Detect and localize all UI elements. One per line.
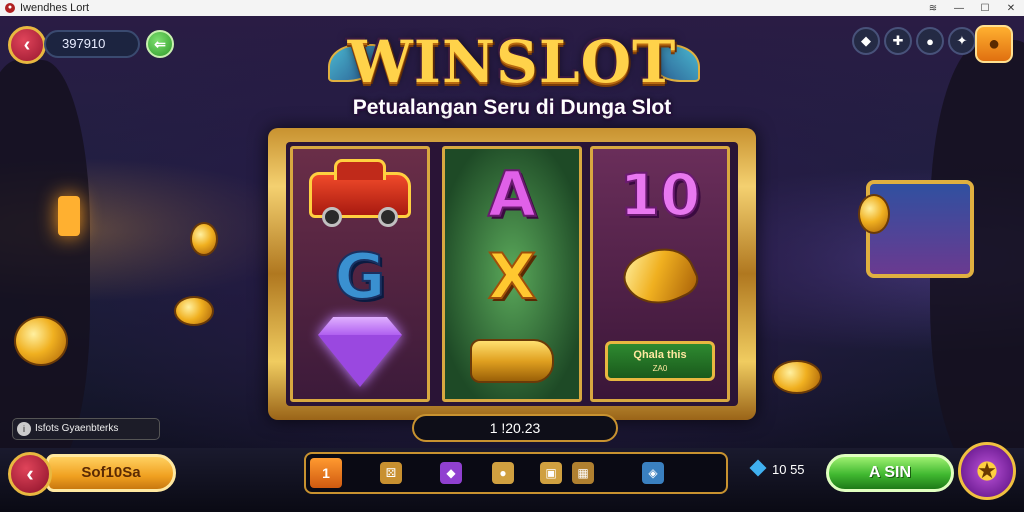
minimize-button[interactable]: — <box>946 3 972 14</box>
left-tree-silhouette <box>0 60 90 480</box>
game-logo: WINSLOT <box>340 30 684 94</box>
gem-shop-button[interactable]: ◆ <box>852 27 880 55</box>
select-button[interactable]: Sof10Sa <box>46 454 176 492</box>
gem-count: 10 55 <box>749 459 805 477</box>
gold-barrel-icon <box>470 339 554 383</box>
diamond-icon <box>318 335 402 387</box>
reel-symbol: A <box>445 155 579 235</box>
chat-button[interactable]: ● <box>916 27 944 55</box>
window-title: Iwendhes Lort <box>20 2 90 14</box>
auto-spin-button[interactable]: ★ <box>958 442 1016 500</box>
info-text: Isfots Gyaenbterks <box>35 423 119 434</box>
chat-icon: ● <box>926 33 934 49</box>
reel-symbol: 10 <box>593 155 727 235</box>
car-icon <box>309 159 411 227</box>
gem-count-value: 10 55 <box>772 462 805 477</box>
star-icon: ★ <box>977 458 997 483</box>
win-display: 1 !20.23 <box>412 414 618 442</box>
bet-toolbar: 1 ⚄ ◆ ● ▣ ▦ ◈ <box>304 452 728 494</box>
gem-icon[interactable]: ◆ <box>440 462 462 484</box>
close-button[interactable]: ✕ <box>998 3 1024 14</box>
top-right-icons: ◆ ✚ ● ✦ <box>852 27 976 55</box>
toolbar-first-button[interactable]: 1 <box>310 458 342 488</box>
reel-3: 10 Qhala this ZA0 <box>590 146 730 402</box>
reel-symbol <box>593 236 727 318</box>
reel-symbol <box>293 321 427 401</box>
coin-icon <box>858 194 890 234</box>
number-ten-symbol: 10 <box>619 160 702 230</box>
settings-button[interactable]: ✦ <box>948 27 976 55</box>
avatar[interactable]: ● <box>975 25 1013 63</box>
reel-symbol: G <box>293 237 427 317</box>
window-titlebar: ● Iwendhes Lort ≋ — ☐ ✕ <box>0 0 1024 16</box>
smiley-icon: ● <box>987 32 1001 55</box>
plaque-line1: Qhala this <box>633 349 687 361</box>
lantern-icon <box>58 196 80 236</box>
wifi-icon: ≋ <box>928 2 938 14</box>
gamepad-icon: ✚ <box>892 33 904 48</box>
app-icon: ● <box>5 3 15 13</box>
logo-text: WINSLOT <box>347 28 677 96</box>
reel-symbol: X <box>445 237 579 317</box>
chevron-left-icon: ‹ <box>23 33 31 56</box>
balance-display: 397910 <box>44 30 140 58</box>
coins-icon[interactable]: ● <box>492 462 514 484</box>
chest-icon[interactable]: ▣ <box>540 462 562 484</box>
reel-symbol <box>445 321 579 401</box>
crate-icon[interactable]: ▦ <box>572 462 594 484</box>
letter-a-symbol: A <box>487 158 537 231</box>
gamepad-button[interactable]: ✚ <box>884 27 912 55</box>
slot-machine-frame: G A X 10 Qhala this ZA0 <box>268 128 756 420</box>
info-icon: i <box>17 422 31 436</box>
back-button-bottom[interactable]: ‹ <box>8 452 52 496</box>
cube-icon[interactable]: ◈ <box>642 462 664 484</box>
maximize-button[interactable]: ☐ <box>972 3 998 14</box>
coin-icon <box>190 222 218 256</box>
coin-icon <box>174 296 214 326</box>
letter-x-symbol: X <box>487 240 537 313</box>
add-balance-button[interactable]: ⇐ <box>146 30 174 58</box>
game-subtitle: Petualangan Seru di Dunga Slot <box>352 96 672 119</box>
letter-g-symbol: G <box>334 240 387 313</box>
gold-swirl-icon <box>616 236 704 318</box>
info-pill[interactable]: i Isfots Gyaenbterks <box>12 418 160 440</box>
bonus-plaque: Qhala this ZA0 <box>605 341 715 381</box>
reel-area: G A X 10 Qhala this ZA0 <box>286 142 738 406</box>
reel-2: A X <box>442 146 582 402</box>
dice-icon[interactable]: ⚄ <box>380 462 402 484</box>
coin-icon <box>14 316 68 366</box>
reel-1: G <box>290 146 430 402</box>
coin-icon <box>772 360 822 394</box>
reel-symbol: Qhala this ZA0 <box>593 321 727 401</box>
plus-icon: ✦ <box>956 33 968 48</box>
gem-icon: ◆ <box>861 33 871 48</box>
arrow-left-icon: ⇐ <box>154 35 166 52</box>
plaque-line2: ZA0 <box>652 364 668 373</box>
chevron-left-icon: ‹ <box>26 461 34 486</box>
back-button-top[interactable]: ‹ <box>8 26 46 64</box>
spin-button[interactable]: A SIN <box>826 454 954 492</box>
reel-symbol <box>293 155 427 235</box>
blue-gem-icon <box>749 459 767 477</box>
